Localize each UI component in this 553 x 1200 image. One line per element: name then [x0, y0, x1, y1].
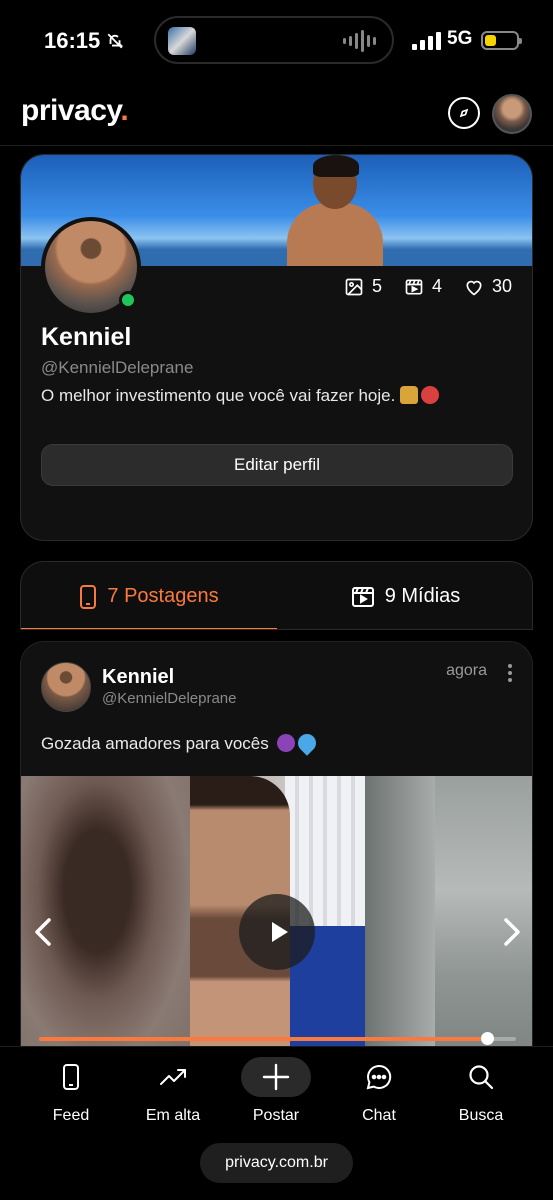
profile-name: Kenniel	[41, 323, 132, 351]
stat-videos: 4	[404, 276, 442, 297]
stat-likes: 30	[464, 276, 512, 297]
chevron-right-icon[interactable]	[500, 916, 524, 948]
plus-icon	[241, 1057, 311, 1097]
nav-post[interactable]: Postar	[231, 1057, 321, 1125]
heart-icon	[466, 280, 482, 296]
compass-icon[interactable]	[448, 97, 480, 129]
chevron-left-icon[interactable]	[31, 916, 55, 948]
tab-media[interactable]: 9 Mídias	[277, 562, 532, 629]
post-timestamp: agora	[446, 662, 487, 679]
videos-count: 4	[431, 276, 442, 296]
profile-card: 5 4 30 Kenniel @KennielDeleprane O melho…	[20, 154, 533, 541]
nav-chat-label: Chat	[362, 1107, 396, 1124]
bottom-navigation: Feed Em alta Postar Chat Busca privacy.c…	[0, 1046, 553, 1200]
image-icon	[345, 278, 363, 295]
nav-search[interactable]: Busca	[436, 1057, 526, 1125]
post-author-name[interactable]: Kenniel	[102, 666, 174, 689]
user-avatar[interactable]	[492, 94, 532, 134]
edit-profile-button[interactable]: Editar perfil	[41, 444, 513, 486]
dynamic-island[interactable]	[154, 16, 394, 64]
clapperboard-icon	[351, 586, 374, 607]
droplets-emoji-icon	[294, 730, 321, 756]
nav-trending-label: Em alta	[145, 1107, 201, 1124]
profile-stats: 5 4 30	[344, 276, 512, 297]
profile-tabs: 7 Postagens 9 Mídias	[20, 561, 533, 630]
privacy-logo[interactable]: privacy.	[21, 94, 129, 128]
profile-handle: @KennielDeleprane	[41, 358, 194, 377]
more-options-icon[interactable]	[508, 664, 512, 682]
post-card: Kenniel @KennielDeleprane agora Gozada a…	[20, 641, 533, 1061]
stat-images: 5	[344, 276, 382, 297]
browser-url-bar[interactable]: privacy.com.br	[200, 1143, 353, 1183]
no-under-18-emoji-icon	[421, 386, 440, 404]
video-progress-bar[interactable]	[39, 1032, 516, 1045]
eggplant-emoji-icon	[273, 730, 300, 756]
play-icon[interactable]	[239, 894, 315, 970]
nav-trending[interactable]: Em alta	[128, 1057, 218, 1125]
likes-count: 30	[491, 276, 512, 296]
banner-photo-subject	[283, 155, 387, 266]
post-author-avatar[interactable]	[41, 662, 91, 712]
post-video[interactable]	[21, 776, 532, 1060]
profile-bio: O melhor investimento que você vai fazer…	[41, 386, 440, 406]
nav-feed-label: Feed	[52, 1107, 90, 1124]
status-bar: 16:15 5G	[0, 0, 553, 80]
post-caption-text: Gozada amadores para vocês	[41, 734, 269, 753]
video-progress-fill	[39, 1037, 488, 1041]
nav-chat[interactable]: Chat	[334, 1057, 424, 1125]
tab-posts[interactable]: 7 Postagens	[21, 562, 277, 629]
logo-dot: .	[120, 94, 129, 127]
post-caption: Gozada amadores para vocês	[41, 730, 321, 756]
trending-icon	[147, 1057, 199, 1097]
clapperboard-icon	[405, 279, 423, 294]
search-icon	[455, 1057, 507, 1097]
now-playing-thumbnail	[168, 27, 196, 55]
phone-icon	[45, 1057, 97, 1097]
status-time: 16:15	[44, 28, 124, 54]
nav-search-label: Busca	[458, 1107, 504, 1124]
images-count: 5	[371, 276, 382, 296]
tab-media-label: 9 Mídias	[384, 585, 461, 607]
chat-icon	[353, 1057, 405, 1097]
online-indicator	[119, 291, 137, 309]
logo-text: privacy	[21, 94, 121, 127]
network-label: 5G	[447, 28, 473, 49]
signal-icon	[412, 32, 441, 50]
nav-post-label: Postar	[252, 1107, 300, 1124]
bio-text: O melhor investimento que você vai fazer…	[41, 386, 396, 405]
tab-posts-label: 7 Postagens	[107, 585, 219, 607]
audio-wave-icon	[343, 30, 376, 52]
nav-feed[interactable]: Feed	[26, 1057, 116, 1125]
post-author-handle: @KennielDeleprane	[102, 690, 237, 707]
app-header: privacy.	[0, 86, 553, 146]
lock-emoji-icon	[400, 386, 419, 404]
battery-icon	[481, 31, 522, 50]
clock-text: 16:15	[44, 28, 101, 53]
phone-icon	[80, 584, 97, 609]
bell-muted-icon	[107, 33, 124, 49]
